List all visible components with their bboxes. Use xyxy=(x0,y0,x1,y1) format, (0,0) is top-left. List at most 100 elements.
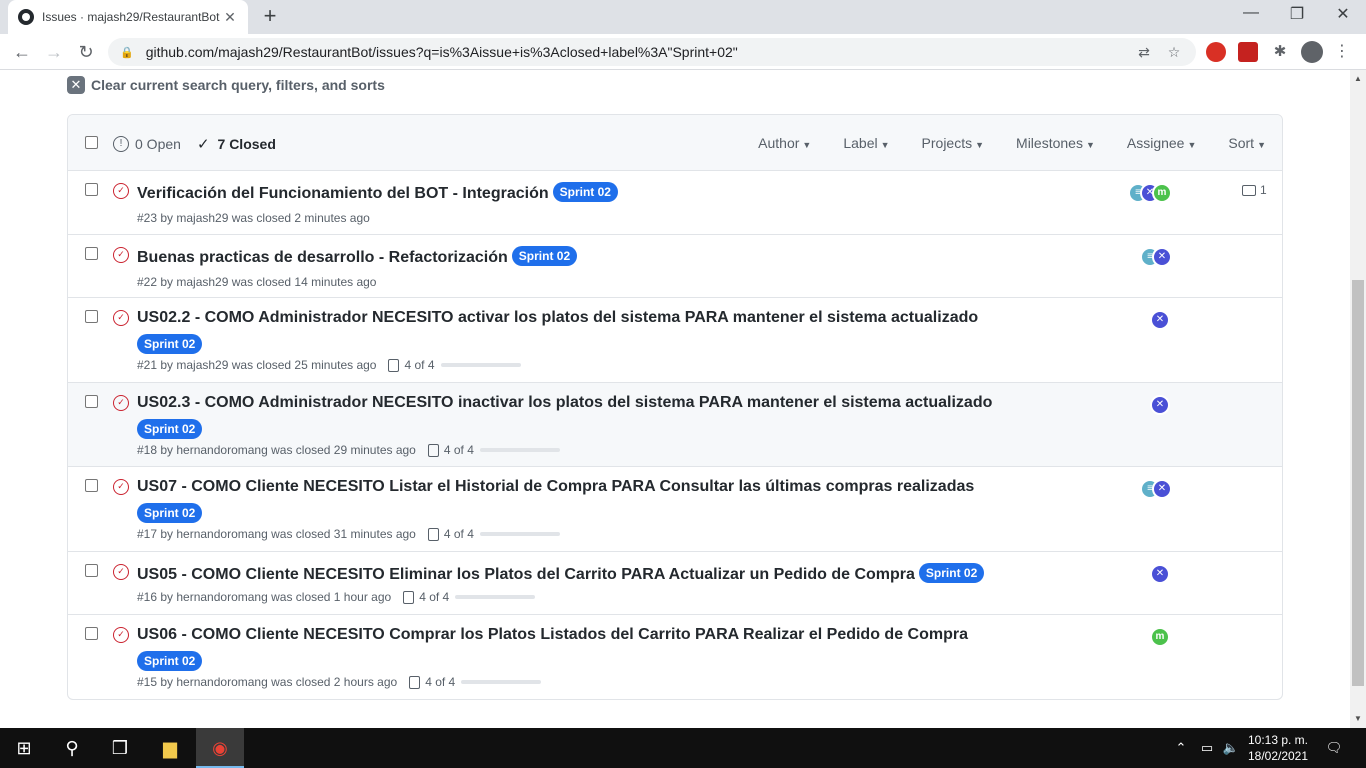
author-filter[interactable]: Author ▼ xyxy=(758,135,811,151)
new-tab-button[interactable]: + xyxy=(258,5,282,27)
github-icon xyxy=(18,9,34,25)
issue-checkbox[interactable] xyxy=(85,310,98,323)
assignee-filter[interactable]: Assignee ▼ xyxy=(1127,135,1197,151)
issue-label[interactable]: Sprint 02 xyxy=(137,419,203,439)
forward-button[interactable]: → xyxy=(42,40,66,64)
issue-title-link[interactable]: Verificación del Funcionamiento del BOT … xyxy=(137,182,618,203)
system-clock[interactable]: 10:13 p. m. 18/02/2021 xyxy=(1244,732,1312,764)
file-explorer-icon[interactable]: ▆ xyxy=(146,728,194,768)
select-all-checkbox[interactable] xyxy=(85,136,98,149)
adblock-extension-icon[interactable] xyxy=(1206,42,1226,62)
issue-checkbox[interactable] xyxy=(85,395,98,408)
issues-list-header: ! 0 Open ✓ 7 Closed Author ▼ Label ▼ Proje… xyxy=(68,115,1282,171)
scroll-down-arrow-icon[interactable]: ▼ xyxy=(1350,712,1366,726)
issue-label[interactable]: Sprint 02 xyxy=(137,334,203,354)
assignee-avatars[interactable]: ≡ ✕ xyxy=(1140,479,1172,499)
projects-filter[interactable]: Projects ▼ xyxy=(922,135,985,151)
avatar[interactable]: m xyxy=(1150,627,1170,647)
task-progress: 4 of 4 xyxy=(403,590,536,604)
scroll-up-arrow-icon[interactable]: ▲ xyxy=(1350,72,1366,86)
lock-icon[interactable]: 🔒 xyxy=(120,46,134,59)
avatar[interactable]: m xyxy=(1152,183,1172,203)
closed-issues-filter[interactable]: ✓ 7 Closed xyxy=(197,135,276,153)
notifications-icon[interactable]: 🗨 xyxy=(1320,728,1348,768)
issue-meta: #16 by hernandoromang was closed 1 hour … xyxy=(137,590,536,604)
issue-label[interactable]: Sprint 02 xyxy=(511,246,578,266)
assignee-avatars[interactable]: m xyxy=(1150,627,1170,647)
issue-label[interactable]: Sprint 02 xyxy=(137,503,203,523)
assignee-avatars[interactable]: ✕ xyxy=(1150,395,1170,415)
issue-checkbox[interactable] xyxy=(85,183,98,196)
avatar[interactable]: ✕ xyxy=(1152,479,1172,499)
extensions-puzzle-icon[interactable]: ✱ xyxy=(1270,42,1290,62)
scroll-thumb[interactable] xyxy=(1352,280,1364,686)
tab-close-icon[interactable]: ✕ xyxy=(222,9,238,26)
browser-tab-bar: Issues · majash29/RestaurantBot ✕ + — ❐ … xyxy=(0,0,1366,34)
pdf-extension-icon[interactable] xyxy=(1238,42,1258,62)
task-progress: 4 of 4 xyxy=(427,527,560,541)
browser-menu-icon[interactable]: ⋮ xyxy=(1332,42,1352,62)
issue-title-link[interactable]: US02.2 - COMO Administrador NECESITO act… xyxy=(137,309,978,327)
translate-icon[interactable]: ⇄ xyxy=(1134,44,1154,61)
clear-filter-link[interactable]: ✕ Clear current search query, filters, a… xyxy=(67,76,385,94)
avatar[interactable]: ✕ xyxy=(1150,395,1170,415)
issue-label[interactable]: Sprint 02 xyxy=(918,563,985,583)
address-bar[interactable]: 🔒 github.com/majash29/RestaurantBot/issu… xyxy=(108,38,1196,66)
issue-title-link[interactable]: US05 - COMO Cliente NECESITO Eliminar lo… xyxy=(137,563,985,584)
open-issues-filter[interactable]: ! 0 Open xyxy=(113,136,181,152)
issue-title-link[interactable]: US02.3 - COMO Administrador NECESITO ina… xyxy=(137,394,992,412)
issue-title-link[interactable]: US06 - COMO Cliente NECESITO Comprar los… xyxy=(137,626,968,644)
issue-checkbox[interactable] xyxy=(85,627,98,640)
checklist-icon xyxy=(388,358,400,372)
issue-checkbox[interactable] xyxy=(85,564,98,577)
progress-bar xyxy=(461,680,542,684)
assignee-avatars[interactable]: ✕ xyxy=(1150,564,1170,584)
reload-button[interactable]: ↻ xyxy=(74,40,98,64)
chrome-icon[interactable]: ◉ xyxy=(196,728,244,768)
close-icon: ✕ xyxy=(67,76,85,94)
assignee-avatars[interactable]: ≡ ✕ xyxy=(1140,247,1172,267)
issue-row: ✓ US06 - COMO Cliente NECESITO Comprar l… xyxy=(68,615,1282,699)
search-icon[interactable]: ⚲ xyxy=(48,728,96,768)
label-filter[interactable]: Label ▼ xyxy=(843,135,889,151)
profile-avatar-icon[interactable] xyxy=(1301,41,1323,63)
assignee-avatars[interactable]: ≡ ✕ m xyxy=(1128,183,1172,203)
progress-bar xyxy=(455,595,536,599)
issue-title-link[interactable]: US07 - COMO Cliente NECESITO Listar el H… xyxy=(137,478,974,496)
issue-meta: #15 by hernandoromang was closed 2 hours… xyxy=(137,675,542,689)
issue-meta: #18 by hernandoromang was closed 29 minu… xyxy=(137,443,560,457)
restore-button[interactable]: ❐ xyxy=(1274,4,1320,24)
caret-down-icon: ▼ xyxy=(1187,140,1197,150)
windows-start-icon[interactable]: ⊞ xyxy=(0,728,48,768)
network-icon[interactable]: ▭ xyxy=(1196,728,1218,768)
issue-label[interactable]: Sprint 02 xyxy=(137,651,203,671)
url-text[interactable]: github.com/majash29/RestaurantBot/issues… xyxy=(146,44,1124,60)
issue-title-link[interactable]: Buenas practicas de desarrollo - Refacto… xyxy=(137,246,578,267)
windows-taskbar: ⊞ ⚲ ❒ ▆ ◉ ⌃ ▭ 🔈 10:13 p. m. 18/02/2021 🗨 xyxy=(0,728,1366,768)
browser-tab[interactable]: Issues · majash29/RestaurantBot ✕ xyxy=(8,0,248,34)
milestones-filter[interactable]: Milestones ▼ xyxy=(1016,135,1095,151)
assignee-avatars[interactable]: ✕ xyxy=(1150,310,1170,330)
avatar[interactable]: ✕ xyxy=(1150,564,1170,584)
clock-time: 10:13 p. m. xyxy=(1247,733,1309,747)
avatar[interactable]: ✕ xyxy=(1152,247,1172,267)
issue-checkbox[interactable] xyxy=(85,247,98,260)
minimize-button[interactable]: — xyxy=(1228,4,1274,22)
issue-checkbox[interactable] xyxy=(85,479,98,492)
issue-row: ✓ Buenas practicas de desarrollo - Refac… xyxy=(68,235,1282,298)
volume-icon[interactable]: 🔈 xyxy=(1220,728,1242,768)
task-view-icon[interactable]: ❒ xyxy=(96,728,144,768)
check-icon: ✓ xyxy=(196,136,210,153)
back-button[interactable]: ← xyxy=(10,40,34,64)
checklist-icon xyxy=(403,590,415,604)
comment-count-link[interactable]: 1 xyxy=(1242,183,1267,197)
bookmark-star-icon[interactable]: ☆ xyxy=(1164,44,1184,61)
chevron-up-icon[interactable]: ⌃ xyxy=(1170,728,1192,768)
task-progress: 4 of 4 xyxy=(427,443,560,457)
page-scrollbar[interactable]: ▲ ▼ xyxy=(1350,70,1366,728)
avatar[interactable]: ✕ xyxy=(1150,310,1170,330)
sort-filter[interactable]: Sort ▼ xyxy=(1228,135,1266,151)
close-window-button[interactable]: ✕ xyxy=(1320,4,1366,24)
issue-row: ✓ US05 - COMO Cliente NECESITO Eliminar … xyxy=(68,552,1282,615)
issue-label[interactable]: Sprint 02 xyxy=(552,182,618,202)
